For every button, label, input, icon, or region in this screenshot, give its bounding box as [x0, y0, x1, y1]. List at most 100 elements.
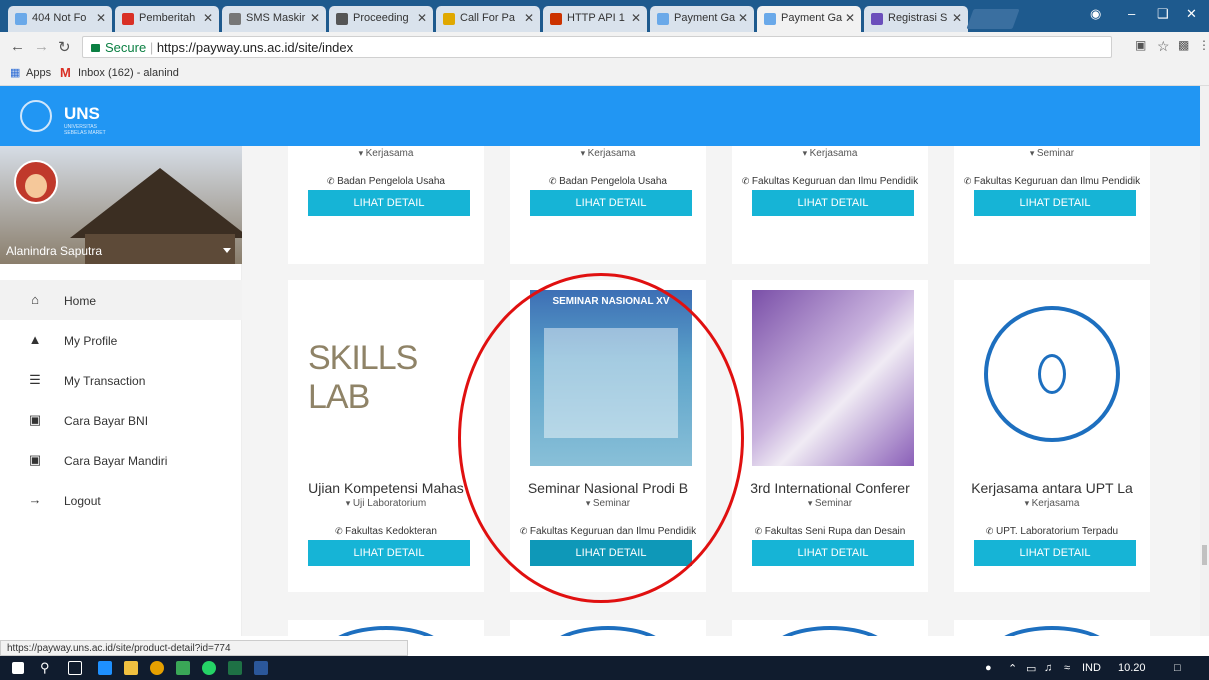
- lihat-detail-button[interactable]: LIHAT DETAIL: [974, 190, 1136, 216]
- product-thumbnail[interactable]: [988, 626, 1116, 636]
- bookmark-star-icon[interactable]: ☆: [1157, 38, 1170, 55]
- browser-tab[interactable]: SMS Maskir ✕: [222, 6, 326, 32]
- people-icon[interactable]: ●: [985, 662, 992, 674]
- sidebar-item-cara-bayar-mandiri[interactable]: ▣ Cara Bayar Mandiri: [0, 440, 242, 480]
- search-icon[interactable]: ⚲: [40, 660, 50, 676]
- product-card[interactable]: Pendanaan Penguatan Se▾ Kerjasama✆ Badan…: [288, 146, 484, 264]
- maximize-icon[interactable]: ❑: [1157, 6, 1169, 22]
- product-title[interactable]: Ujian Kompetensi Mahas: [288, 480, 484, 496]
- browser-tab[interactable]: Registrasi S ✕: [864, 6, 968, 32]
- sidebar-item-home[interactable]: ⌂ Home: [0, 280, 242, 320]
- lihat-detail-button[interactable]: LIHAT DETAIL: [974, 540, 1136, 566]
- product-card[interactable]: [732, 620, 928, 636]
- close-window-icon[interactable]: ✕: [1186, 6, 1197, 22]
- scrollbar-thumb[interactable]: [1202, 545, 1207, 565]
- product-card[interactable]: [510, 620, 706, 636]
- close-tab-icon[interactable]: ✕: [96, 11, 106, 25]
- product-card[interactable]: Seminar Nasional Pendid▾ Seminar✆ Fakult…: [954, 146, 1150, 264]
- browser-tab[interactable]: Call For Pa ✕: [436, 6, 540, 32]
- product-organizer: ✆ Fakultas Keguruan dan Ilmu Pendidik: [954, 176, 1150, 187]
- product-card[interactable]: Pendanaan Penguatan In▾ Kerjasama✆ Badan…: [510, 146, 706, 264]
- sidebar-item-label: Logout: [64, 494, 101, 508]
- lihat-detail-button[interactable]: LIHAT DETAIL: [308, 540, 470, 566]
- product-card[interactable]: [954, 620, 1150, 636]
- minimize-icon[interactable]: –: [1128, 6, 1135, 21]
- chevron-down-icon[interactable]: [223, 248, 231, 253]
- browser-tab[interactable]: Payment Ga ✕: [757, 6, 861, 32]
- logo-text[interactable]: UNS: [64, 104, 100, 124]
- translate-icon[interactable]: ▣: [1135, 38, 1146, 52]
- sidebar-item-my-profile[interactable]: ▲ My Profile: [0, 320, 242, 360]
- close-tab-icon[interactable]: ✕: [952, 11, 962, 25]
- sidebar-item-logout[interactable]: → Logout: [0, 480, 242, 520]
- lihat-detail-button[interactable]: LIHAT DETAIL: [308, 190, 470, 216]
- sidebar-item-my-transaction[interactable]: ☰ My Transaction: [0, 360, 242, 400]
- lihat-detail-button[interactable]: LIHAT DETAIL: [530, 190, 692, 216]
- product-card[interactable]: 3rd International Conferer ▾ Seminar ✆ Fak…: [732, 280, 928, 592]
- url-text: https://payway.uns.ac.id/site/index: [156, 40, 354, 55]
- app-icon[interactable]: [176, 661, 190, 675]
- task-view-icon[interactable]: [68, 661, 82, 675]
- bookmark-apps[interactable]: Apps: [26, 67, 51, 79]
- browser-tab[interactable]: Payment Ga ✕: [650, 6, 754, 32]
- file-explorer-icon[interactable]: [124, 661, 138, 675]
- language-indicator[interactable]: IND: [1082, 662, 1101, 674]
- close-tab-icon[interactable]: ✕: [631, 11, 641, 25]
- product-category: ▾ Kerjasama: [510, 148, 706, 159]
- product-thumbnail[interactable]: [984, 306, 1120, 442]
- phone-icon: ✆: [754, 526, 765, 536]
- avatar[interactable]: [14, 160, 58, 204]
- product-title[interactable]: 3rd International Conferer: [732, 480, 928, 496]
- sidebar-item-cara-bayar-bni[interactable]: ▣ Cara Bayar BNI: [0, 400, 242, 440]
- product-card[interactable]: [288, 620, 484, 636]
- product-thumbnail[interactable]: [322, 626, 450, 636]
- battery-icon[interactable]: ▭: [1026, 662, 1036, 675]
- notification-icon[interactable]: □: [1174, 662, 1181, 674]
- profile-icon[interactable]: ◉: [1090, 6, 1101, 22]
- uns-logo-icon[interactable]: [20, 100, 52, 132]
- tab-favicon-icon: [764, 13, 776, 25]
- phone-icon: ✆: [335, 526, 346, 536]
- close-tab-icon[interactable]: ✕: [203, 11, 213, 25]
- lihat-detail-button[interactable]: LIHAT DETAIL: [752, 190, 914, 216]
- product-card[interactable]: Uji Kompetensi ( Seleksi A▾ Kerjasama✆ F…: [732, 146, 928, 264]
- product-thumbnail[interactable]: [766, 626, 894, 636]
- menu-dots-icon[interactable]: ⋮: [1198, 38, 1209, 52]
- close-tab-icon[interactable]: ✕: [738, 11, 748, 25]
- close-tab-icon[interactable]: ✕: [417, 11, 427, 25]
- product-organizer-label: Fakultas Keguruan dan Ilmu Pendidik: [973, 176, 1141, 187]
- volume-icon[interactable]: ♫: [1044, 662, 1052, 674]
- close-tab-icon[interactable]: ✕: [845, 11, 855, 25]
- new-tab-button[interactable]: [966, 9, 1020, 29]
- close-tab-icon[interactable]: ✕: [524, 11, 534, 25]
- browser-tab[interactable]: HTTP API 1 ✕: [543, 6, 647, 32]
- reload-icon[interactable]: ↻: [58, 38, 71, 56]
- user-name[interactable]: Alanindra Saputra: [6, 244, 102, 258]
- product-thumbnail[interactable]: [544, 626, 672, 636]
- product-title[interactable]: Kerjasama antara UPT La: [954, 480, 1150, 496]
- whatsapp-icon[interactable]: [202, 661, 216, 675]
- word-icon[interactable]: [254, 661, 268, 675]
- back-icon[interactable]: ←: [10, 38, 25, 55]
- clock[interactable]: 10.20: [1118, 662, 1146, 674]
- product-thumbnail[interactable]: SKILLS LAB: [308, 290, 470, 466]
- product-card[interactable]: Kerjasama antara UPT La ▾ Kerjasama ✆ UPT.…: [954, 280, 1150, 592]
- browser-tab[interactable]: Proceeding ✕: [329, 6, 433, 32]
- product-thumbnail[interactable]: [752, 290, 914, 466]
- extension-icon[interactable]: ▩: [1178, 38, 1189, 52]
- close-tab-icon[interactable]: ✕: [310, 11, 320, 25]
- url-input[interactable]: Secure | https://payway.uns.ac.id/site/i…: [82, 36, 1112, 58]
- bookmark-inbox[interactable]: Inbox (162) - alanind: [78, 67, 179, 79]
- wifi-icon[interactable]: ≈: [1064, 662, 1070, 674]
- browser-tab[interactable]: 404 Not Fo ✕: [8, 6, 112, 32]
- chrome-icon[interactable]: [150, 661, 164, 675]
- product-card[interactable]: SKILLS LAB Ujian Kompetensi Mahas ▾ Uji La…: [288, 280, 484, 592]
- forward-icon[interactable]: →: [34, 38, 49, 55]
- excel-icon[interactable]: [228, 661, 242, 675]
- edge-icon[interactable]: [98, 661, 112, 675]
- browser-tab[interactable]: Pemberitah ✕: [115, 6, 219, 32]
- chevron-up-icon[interactable]: ⌃: [1008, 662, 1017, 675]
- windows-start-icon[interactable]: [12, 662, 24, 674]
- address-bar: ← → ↻ Secure | https://payway.uns.ac.id/…: [0, 32, 1209, 62]
- lihat-detail-button[interactable]: LIHAT DETAIL: [752, 540, 914, 566]
